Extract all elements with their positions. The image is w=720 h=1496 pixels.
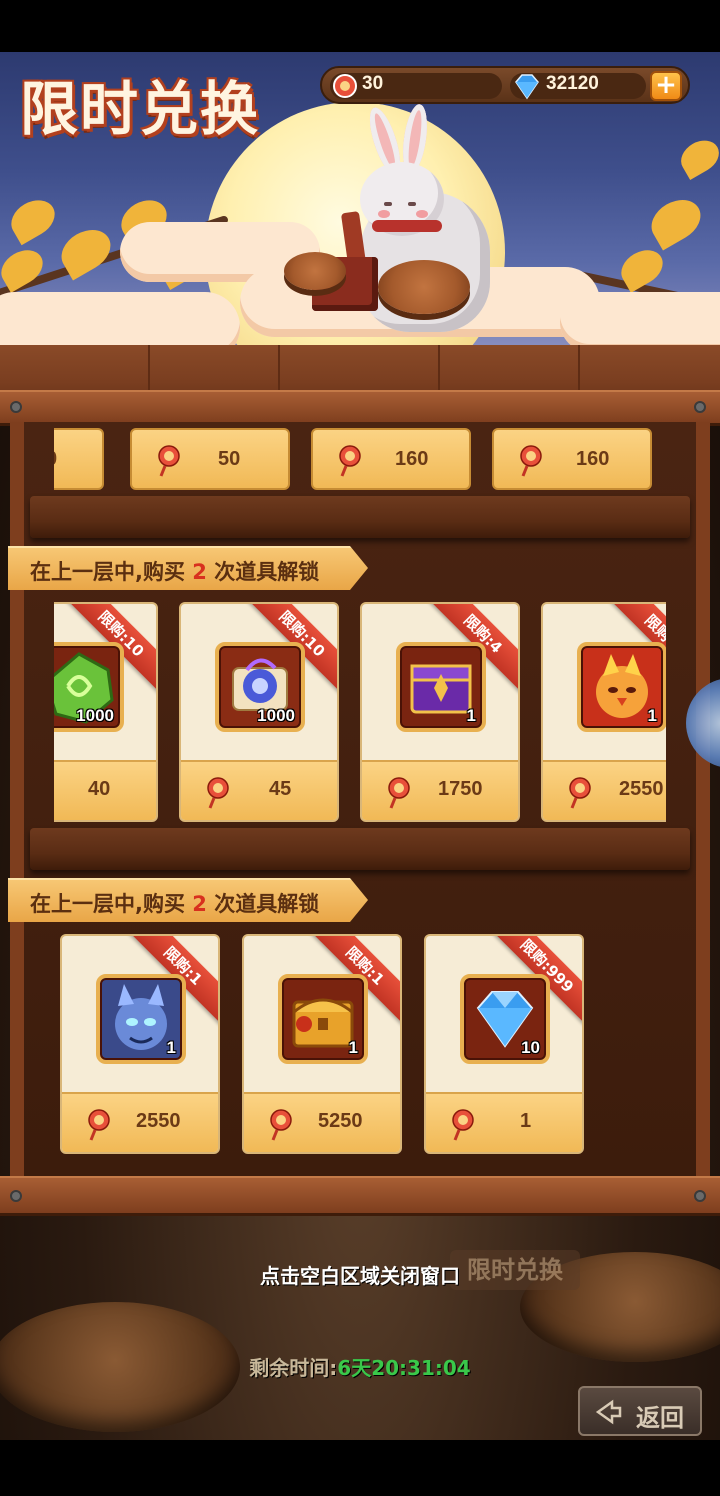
price-value: 50 — [218, 448, 241, 470]
shelf-bottom-rail — [0, 1176, 720, 1216]
mooncake-token-icon — [452, 1109, 474, 1141]
price-value: 1750 — [438, 778, 483, 800]
lock-count: 2 — [192, 892, 207, 916]
screw-icon — [694, 401, 706, 413]
lock-text: 次道具解锁 — [214, 560, 320, 584]
item-card[interactable]: 限购:10 1000 45 — [179, 602, 339, 822]
shelf-row-3[interactable]: 限购:1 1 2550 限购:1 1 5250 限购:999 10 1 — [54, 934, 666, 1156]
page-title: 限时兑换 — [20, 75, 261, 143]
ginkgo-leaf — [643, 191, 709, 251]
mooncake-token-icon — [520, 445, 542, 477]
item-count: 1 — [166, 1038, 176, 1057]
unlock-requirement-banner: 在上一层中,购买 2 次道具解锁 — [8, 878, 368, 922]
ginkgo-leaf — [675, 134, 720, 180]
item-count: 1 — [647, 706, 657, 725]
price-card[interactable]: 50 — [130, 428, 290, 490]
rabbit-cheek — [416, 210, 428, 218]
price-card[interactable]: 0 — [54, 428, 104, 490]
shelf-row-2[interactable]: 限购:10 1000 40 限购:10 1000 45 限购:4 1 1750 … — [54, 602, 666, 824]
item-icon-frame: 1000 — [215, 642, 305, 732]
item-icon-frame: 1 — [278, 974, 368, 1064]
diamond-count: 32120 — [546, 73, 599, 94]
price-value: 40 — [88, 778, 111, 800]
mooncake-token-icon — [88, 1109, 110, 1141]
item-card[interactable]: 限购:1 1 2550 — [60, 934, 220, 1154]
remaining-time: 剩余时间:6天20:31:04 — [0, 1352, 720, 1381]
item-card[interactable]: 限购:10 1000 40 — [54, 602, 158, 822]
shelf-board — [30, 496, 690, 538]
item-count: 10 — [521, 1038, 540, 1057]
lock-text: 次道具解锁 — [214, 892, 320, 916]
mooncake-token-icon — [270, 1109, 292, 1141]
mooncake-icon — [284, 252, 346, 290]
lock-text: 在上一层中,购买 — [30, 560, 185, 584]
item-card[interactable]: 限购:1 1 5250 — [242, 934, 402, 1154]
rabbit-collar — [372, 220, 442, 232]
price-value: 0 — [54, 448, 57, 471]
item-count: 1000 — [76, 706, 114, 725]
mooncake-token-icon — [569, 777, 591, 809]
game-screen: 限时兑换 限时兑换 30 32120 + 50 160 160 在上一层中,购买… — [0, 0, 720, 1496]
price-bar: 5250 — [244, 1092, 400, 1152]
item-icon-frame: 10 — [460, 974, 550, 1064]
item-card[interactable]: 限购:999 10 1 — [424, 934, 584, 1154]
price-bar: 1 — [426, 1092, 582, 1152]
close-window-hint[interactable]: 点击空白区域关闭窗口 — [0, 1260, 720, 1289]
back-arrow-icon — [595, 1399, 622, 1425]
price-card[interactable]: 160 — [311, 428, 471, 490]
ginkgo-leaf — [4, 192, 62, 246]
price-bar: 2550 — [62, 1092, 218, 1152]
price-value: 160 — [576, 448, 610, 470]
item-icon-frame: 1 — [577, 642, 666, 732]
diamond-icon — [515, 74, 539, 100]
item-card[interactable]: 限购:1 1 2550 — [541, 602, 666, 822]
mooncake-token-icon — [158, 445, 180, 477]
item-count: 1000 — [257, 706, 295, 725]
item-count: 1 — [348, 1038, 358, 1057]
item-icon-frame: 1 — [396, 642, 486, 732]
cloud — [560, 292, 720, 352]
item-count: 1 — [466, 706, 476, 725]
price-bar: 1750 — [362, 760, 518, 820]
price-card[interactable]: 160 — [492, 428, 652, 490]
return-button[interactable]: 返回 — [578, 1386, 702, 1436]
price-bar: 45 — [181, 760, 337, 820]
lock-count: 2 — [192, 560, 207, 584]
token-count: 30 — [362, 73, 384, 94]
item-icon-frame: 1000 — [54, 642, 124, 732]
price-value: 45 — [269, 778, 292, 800]
price-bar: 40 — [54, 760, 156, 820]
return-label: 返回 — [636, 1404, 684, 1432]
rabbit-eye — [384, 202, 392, 206]
price-value: 160 — [395, 448, 429, 470]
item-card[interactable]: 限购:4 1 1750 — [360, 602, 520, 822]
timer-label: 剩余时间: — [249, 1356, 338, 1380]
system-bottom-bar — [0, 1440, 720, 1496]
currency-bar: 30 32120 + — [320, 66, 690, 104]
screw-icon — [694, 1190, 706, 1202]
mooncake-token-icon — [207, 777, 229, 809]
item-icon-frame: 1 — [96, 974, 186, 1064]
mooncake-token-icon — [339, 445, 361, 477]
price-bar: 2550 — [543, 760, 666, 820]
screw-icon — [10, 401, 22, 413]
cloud — [0, 292, 240, 352]
price-value: 1 — [520, 1110, 532, 1132]
shelf-top-rail — [0, 390, 720, 426]
price-value: 2550 — [136, 1110, 181, 1132]
unlock-requirement-banner: 在上一层中,购买 2 次道具解锁 — [8, 546, 368, 590]
timer-value: 6天20:31:04 — [337, 1356, 471, 1380]
mooncake-icon — [378, 260, 470, 314]
mooncake-token-icon — [333, 74, 357, 98]
rabbit-cheek — [378, 210, 390, 218]
mooncake-token-icon — [388, 777, 410, 809]
shelf-row-1[interactable]: 0 50 160 160 — [54, 428, 666, 492]
lock-text: 在上一层中,购买 — [30, 892, 185, 916]
price-value: 5250 — [318, 1110, 363, 1132]
rabbit-eye — [408, 202, 416, 206]
price-value: 2550 — [619, 778, 664, 800]
shelf-board — [30, 828, 690, 870]
screw-icon — [10, 1190, 22, 1202]
add-diamonds-button[interactable]: + — [650, 71, 682, 101]
